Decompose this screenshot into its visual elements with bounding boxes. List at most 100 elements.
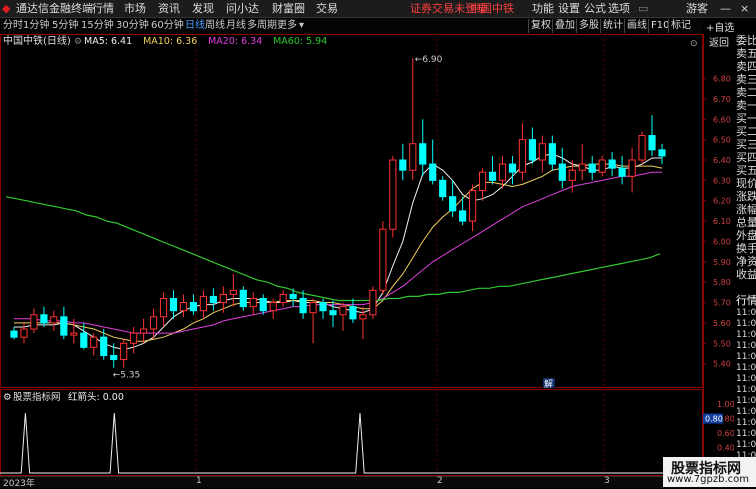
period-daily[interactable]: 日线 xyxy=(185,19,205,33)
candle-body xyxy=(70,332,78,336)
indicator-tick-label: 1.00 xyxy=(717,400,734,409)
candle-body xyxy=(179,302,188,312)
date-label-feb: 2 xyxy=(437,476,443,486)
period-monthly[interactable]: 月线 xyxy=(226,19,246,33)
price-tick-label: 6.20 xyxy=(713,197,731,206)
candle-body xyxy=(528,139,536,161)
menu-icon[interactable]: ▭ xyxy=(638,1,648,16)
price-tick-label: 5.60 xyxy=(713,319,731,328)
chevron-down-icon[interactable]: ▾ xyxy=(299,19,304,33)
candle-body xyxy=(419,143,427,165)
candle-body xyxy=(110,354,118,361)
candle-body xyxy=(309,302,317,314)
tongji-button[interactable]: 统计 xyxy=(600,19,623,33)
price-tick-label: 6.10 xyxy=(713,217,731,226)
add-watchlist-button[interactable]: +自选 xyxy=(706,19,734,34)
indicator-tick-label: 0.60 xyxy=(717,429,734,438)
quote-panel-item: 委比 xyxy=(736,34,756,47)
candle-body xyxy=(60,316,68,336)
menu-gongshi[interactable]: 公式 xyxy=(584,1,606,16)
menu-hangqing[interactable]: 行情 xyxy=(92,1,114,16)
ma-legend-0: MA5: 6.41 xyxy=(84,36,132,47)
candle-body xyxy=(269,302,277,312)
indicator-chart[interactable]: ⚙ 股票指标网 红箭头: 0.00 xyxy=(0,389,703,476)
menu-shezhi[interactable]: 设置 xyxy=(558,1,580,16)
menu-caifuquan[interactable]: 财富圈 xyxy=(272,1,305,16)
user-label[interactable]: 游客 xyxy=(686,1,708,16)
date-label-mar: 3 xyxy=(604,476,610,486)
period-fenshi[interactable]: 分时 xyxy=(3,19,23,33)
candle-body xyxy=(229,289,237,295)
huaxian-button[interactable]: 画线 xyxy=(624,19,647,33)
quote-panel-item: 买二 xyxy=(736,125,756,138)
candle-body xyxy=(638,135,646,161)
candle-body xyxy=(279,293,287,304)
diejia-button[interactable]: 叠加 xyxy=(552,19,575,33)
ma-legend-3: MA60: 5.94 xyxy=(273,36,327,47)
minimize-button[interactable]: — xyxy=(720,1,731,16)
settings-gear-icon: ⚙ xyxy=(74,37,82,47)
period-multi[interactable]: 多周期 xyxy=(247,19,277,33)
menu-wenxiaoda[interactable]: 问小达 xyxy=(226,1,259,16)
close-icon[interactable]: × xyxy=(740,1,749,16)
watermark-url: www.7gpzb.com xyxy=(667,474,749,485)
menu-shichang[interactable]: 市场 xyxy=(124,1,146,16)
date-label-jan: 1 xyxy=(196,476,202,486)
mark-button[interactable]: 标记 xyxy=(668,19,691,33)
menu-zixun[interactable]: 资讯 xyxy=(158,1,180,16)
candle-body xyxy=(588,163,596,173)
price-tick-label: 6.30 xyxy=(713,176,731,185)
price-tick-label: 5.70 xyxy=(713,299,731,308)
indicator-name: 股票指标网 xyxy=(13,391,61,403)
quote-panel-item: 涨幅 xyxy=(736,203,756,216)
kline-chart[interactable]: ←6.90 ←5.35 中国中铁(日线) ⚙ MA5: 6.41 MA10: 6.36 MA… xyxy=(0,34,703,388)
period-15min[interactable]: 15分钟 xyxy=(81,19,114,33)
indicator-tick-label: 0.40 xyxy=(717,444,734,453)
candle-body xyxy=(498,163,507,181)
current-value-label: 0.80 xyxy=(705,415,723,424)
menu-bar: ◆ 通达信金融终端 行情 市场 资讯 发现 问小达 财富圈 交易 证券交易未登录… xyxy=(0,0,756,18)
menu-gongneng[interactable]: 功能 xyxy=(532,1,554,16)
quote-panel-item: 卖四 xyxy=(736,60,756,73)
menu-faxian[interactable]: 发现 xyxy=(192,1,214,16)
low-label: ←5.35 xyxy=(113,371,141,381)
ma-line-ma20 xyxy=(14,171,662,334)
period-1min[interactable]: 1分钟 xyxy=(23,19,49,33)
candle-body xyxy=(449,196,457,212)
period-60min[interactable]: 60分钟 xyxy=(151,19,184,33)
watermark: 股票指标网 www.7gpzb.com xyxy=(663,457,756,487)
period-weekly[interactable]: 周线 xyxy=(205,19,225,33)
period-30min[interactable]: 30分钟 xyxy=(116,19,149,33)
candle-body xyxy=(618,167,626,177)
menu-jiaoyi[interactable]: 交易 xyxy=(316,1,338,16)
chart-frame xyxy=(0,34,703,388)
quote-panel-item: 总量 xyxy=(736,216,756,229)
fuquan-button[interactable]: 复权 xyxy=(528,19,551,33)
ma-legend-2: MA20: 6.34 xyxy=(208,36,262,47)
quote-panel: 委比 卖五 卖四 卖三 卖二 卖一 买一 买二 买三 买四 买五 现价 涨跌 涨幅 总量 外盘 换手 净资 收益 行情… xyxy=(734,34,756,476)
menu-xuanxiang[interactable]: 选项 xyxy=(608,1,630,16)
duogu-button[interactable]: 多股 xyxy=(576,19,599,33)
candle-body xyxy=(130,332,138,344)
period-more[interactable]: 更多 xyxy=(277,19,297,33)
quote-panel-item: 买三 xyxy=(736,138,756,151)
chart-tools: 复权 叠加 多股 统计 画线 F10 标记 xyxy=(528,18,706,34)
candle-body xyxy=(628,159,636,177)
candle-body xyxy=(10,330,18,338)
candle-body xyxy=(289,293,297,299)
f10-button[interactable]: F10 xyxy=(648,19,669,33)
candle-body xyxy=(369,289,377,316)
candle-body xyxy=(359,314,367,320)
period-5min[interactable]: 5分钟 xyxy=(52,19,78,33)
quote-panel-item: 卖一 xyxy=(736,99,756,112)
price-axis: 6.80 6.70 6.60 6.50 6.40 6.30 6.20 6.10 6.00 5.90… xyxy=(703,34,734,476)
candle-body xyxy=(389,159,397,230)
price-tick-label: 6.50 xyxy=(713,136,731,145)
ma-line-ma10 xyxy=(14,163,663,342)
quote-panel-item: 买五 xyxy=(736,164,756,177)
candle-body xyxy=(658,149,666,157)
candle-body xyxy=(459,210,467,222)
candle-body xyxy=(538,143,546,161)
high-label: ←6.90 xyxy=(415,55,443,65)
candle-body xyxy=(648,135,656,151)
